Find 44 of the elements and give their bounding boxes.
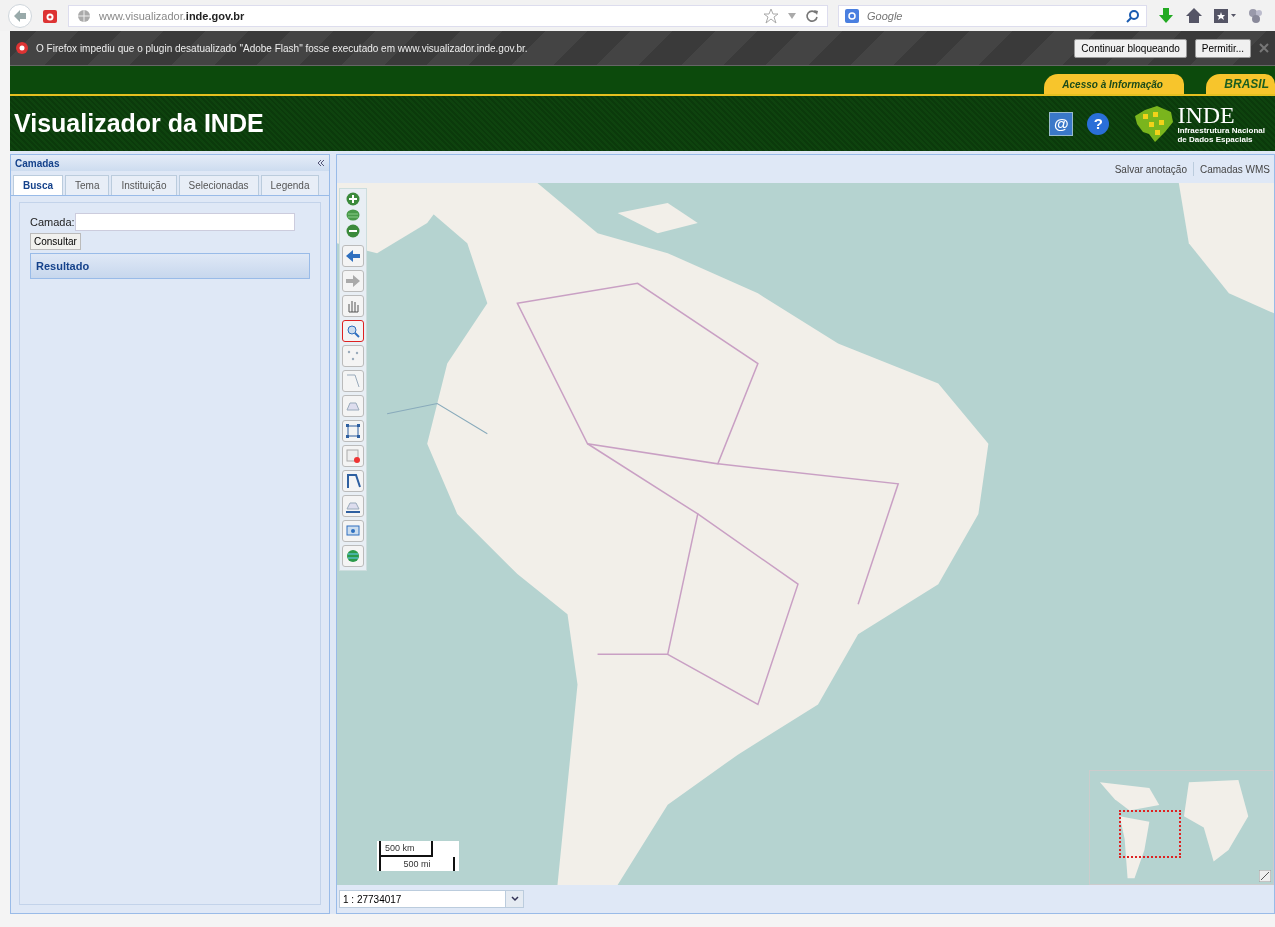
close-icon[interactable] (1259, 43, 1269, 53)
bookmarks-icon[interactable] (1213, 6, 1237, 25)
toolbar-link[interactable]: Salvar anotação (1114, 163, 1187, 175)
plugin-icon (16, 42, 28, 54)
logo-name: INDE (1177, 103, 1236, 126)
tab[interactable]: Selecionadas (178, 175, 259, 195)
tab[interactable]: Busca (13, 175, 63, 195)
address-field[interactable]: www.visualizador.inde.gov.br (68, 4, 828, 27)
contact-button[interactable]: @ (1049, 111, 1074, 136)
reload-icon[interactable] (805, 8, 819, 23)
tab[interactable]: Tema (65, 175, 110, 195)
home-icon[interactable] (1185, 6, 1203, 25)
logo-subtitle: de Dados Espaciais (1177, 134, 1254, 144)
brasil-link[interactable]: BRASIL (1206, 74, 1275, 94)
result-header: Resultado (30, 253, 310, 279)
back-button[interactable] (8, 3, 32, 28)
search-button[interactable]: Consultar (30, 233, 81, 250)
field-label: Camada: (30, 216, 75, 228)
plugin-button[interactable]: Permitir... (1194, 38, 1251, 58)
tab[interactable]: Legenda (260, 175, 320, 195)
star-icon[interactable] (763, 7, 779, 24)
calendar-icon[interactable] (42, 7, 58, 24)
plugin-message: O Firefox impediu que o plugin desatualizado "Adobe Flash" fosse executado em www.visualizador.inde.gov.br. (36, 42, 528, 54)
collapse-button[interactable] (317, 159, 325, 167)
app-title: Visualizador da INDE (14, 109, 264, 138)
help-button[interactable]: ? (1087, 112, 1110, 135)
layer-input[interactable] (74, 213, 295, 231)
plugin-button[interactable]: Continuar bloqueando (1074, 38, 1187, 58)
arrow-left-icon (13, 8, 27, 23)
map-logo-icon (1133, 103, 1176, 144)
tab[interactable]: Instituição (111, 175, 177, 195)
download-icon[interactable] (1157, 6, 1175, 25)
logo-subtitle: Infraestrutura Nacional (1177, 125, 1265, 135)
search-box[interactable]: Google (838, 4, 1147, 27)
panel-title: Camadas (15, 157, 61, 169)
search-icon[interactable] (1126, 8, 1140, 23)
caret-icon[interactable] (505, 891, 523, 907)
dropdown-icon[interactable] (787, 11, 797, 20)
globe-icon (77, 8, 91, 23)
scale-select[interactable]: 1 : 27734017 (339, 890, 524, 908)
access-link[interactable]: Acesso à Informação (1044, 74, 1185, 94)
google-icon[interactable] (845, 8, 859, 23)
toolbar-link[interactable]: Camadas WMS (1200, 163, 1270, 175)
addon-icon[interactable] (1247, 6, 1265, 25)
